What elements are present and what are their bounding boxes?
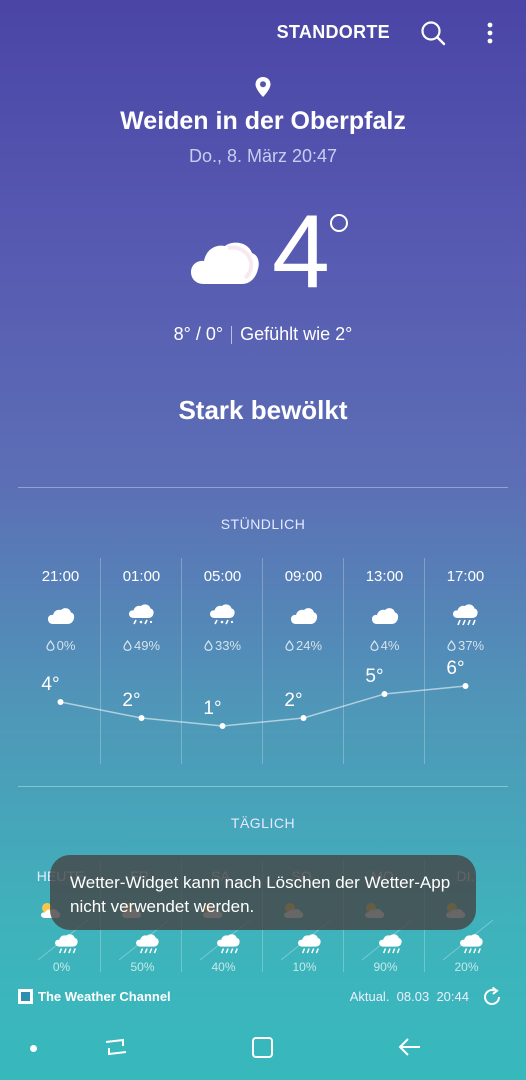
top-bar: STANDORTE: [0, 14, 526, 50]
current-temperature: 4: [272, 194, 330, 310]
toast-message: Wetter-Widget kann nach Löschen der Wett…: [50, 855, 476, 930]
hourly-temp: 5°: [365, 666, 384, 687]
hourly-rain: 24%: [263, 638, 344, 653]
hi-lo-temp: 8° / 0°: [173, 324, 224, 344]
navigation-bar: [0, 1012, 526, 1080]
hourly-rain: 33%: [182, 638, 263, 653]
current-datetime: Do., 8. März 20:47: [188, 146, 338, 166]
cloud-icon: [191, 242, 259, 284]
daily-precip: 10%: [290, 960, 317, 974]
hourly-temp: 2°: [284, 690, 303, 711]
updated-time: 20:44: [436, 989, 469, 1004]
cloud-rain-icon: [55, 934, 78, 954]
weather-channel-logo[interactable]: [18, 989, 33, 1004]
hourly-item: 21:00 0% 4°: [20, 556, 101, 766]
hi-lo-feels: 8° / 0° Gefühlt wie 2°: [0, 324, 526, 345]
weather-condition: Stark bewölkt: [178, 395, 348, 425]
updated-date: 08.03: [396, 989, 430, 1004]
daily-precip: 50%: [128, 960, 155, 974]
cloud-icon: [291, 608, 318, 624]
hourly-title: STÜNDLICH: [220, 516, 306, 532]
hourly-temp: 4°: [41, 674, 60, 695]
daily-precip: 40%: [209, 960, 236, 974]
hourly-rain-value: 37%: [457, 638, 485, 653]
updated-label: Aktual.: [349, 989, 390, 1004]
hourly-time: 01:00: [122, 568, 161, 585]
separator: [231, 326, 233, 345]
hourly-temp: 6°: [446, 658, 465, 679]
daily-precip: 20%: [452, 960, 479, 974]
cloud-snow-rain-icon: [210, 604, 235, 625]
raindrop-icon: [45, 640, 55, 651]
city-name: Weiden in der Oberpfalz: [120, 107, 406, 135]
cloud-icon: [48, 608, 75, 624]
hourly-item: 01:00 49% 2°: [101, 556, 182, 766]
hourly-time: 21:00: [41, 568, 80, 585]
hourly-rain-value: 49%: [133, 638, 161, 653]
cloud-rain-icon: [136, 934, 159, 954]
hourly-item: 09:00 24% 2°: [263, 556, 344, 766]
hourly-rain: 4%: [344, 638, 425, 653]
last-updated: Aktual. 08.03 20:44: [350, 989, 469, 1004]
hourly-rain-value: 0%: [56, 638, 76, 653]
location-pin-icon: [255, 77, 271, 97]
raindrop-icon: [204, 640, 213, 651]
cloud-rain-icon: [298, 934, 321, 954]
hourly-temp: 2°: [122, 690, 141, 711]
hourly-rain: 49%: [101, 638, 182, 653]
degree-symbol: [330, 214, 348, 232]
hourly-time: 13:00: [365, 568, 404, 585]
hourly-rain-value: 4%: [380, 638, 400, 653]
daily-precip: 90%: [371, 960, 398, 974]
weather-channel-link[interactable]: The Weather Channel: [38, 989, 171, 1004]
more-options-icon[interactable]: [482, 18, 498, 48]
hourly-rain: 37%: [425, 638, 506, 653]
refresh-icon[interactable]: [480, 985, 504, 1009]
feels-like: Gefühlt wie 2°: [240, 324, 353, 344]
raindrop-icon: [285, 640, 294, 651]
raindrop-icon: [369, 640, 379, 651]
hourly-time: 05:00: [203, 568, 242, 585]
back-icon[interactable]: [397, 1034, 423, 1060]
hourly-item: 13:00 4% 5°: [344, 556, 425, 766]
daily-precip: 0%: [50, 960, 71, 974]
daily-title: TÄGLICH: [230, 815, 296, 831]
recent-apps-icon[interactable]: [103, 1034, 129, 1060]
divider: [18, 487, 508, 488]
hourly-forecast[interactable]: 21:00 0% 4° 01:00 49% 2° 05:00 33% 1° 09:00 24% 2° 1…: [20, 556, 506, 766]
raindrop-icon: [123, 640, 132, 651]
cloud-rain-icon: [453, 604, 478, 626]
cloud-icon: [372, 608, 399, 624]
cloud-rain-icon: [460, 934, 483, 954]
hourly-item: 17:00 37% 6°: [425, 556, 506, 766]
cloud-rain-icon: [217, 934, 240, 954]
hourly-rain-value: 33%: [214, 638, 242, 653]
hourly-item: 05:00 33% 1°: [182, 556, 263, 766]
search-icon[interactable]: [418, 18, 448, 48]
home-icon[interactable]: [250, 1034, 276, 1060]
hourly-rain: 0%: [20, 638, 101, 653]
locations-button[interactable]: STANDORTE: [277, 22, 390, 43]
divider: [18, 786, 508, 787]
raindrop-icon: [447, 640, 456, 651]
footer: The Weather Channel Aktual. 08.03 20:44: [0, 982, 526, 1012]
cloud-snow-rain-icon: [129, 604, 154, 625]
hourly-rain-value: 24%: [295, 638, 323, 653]
cloud-rain-icon: [379, 934, 402, 954]
toast-text: Wetter-Widget kann nach Löschen der Wett…: [70, 873, 451, 916]
hourly-time: 17:00: [446, 568, 485, 585]
hourly-time: 09:00: [284, 568, 323, 585]
hourly-temp: 1°: [203, 698, 222, 719]
nav-dot-indicator[interactable]: [30, 1045, 37, 1052]
